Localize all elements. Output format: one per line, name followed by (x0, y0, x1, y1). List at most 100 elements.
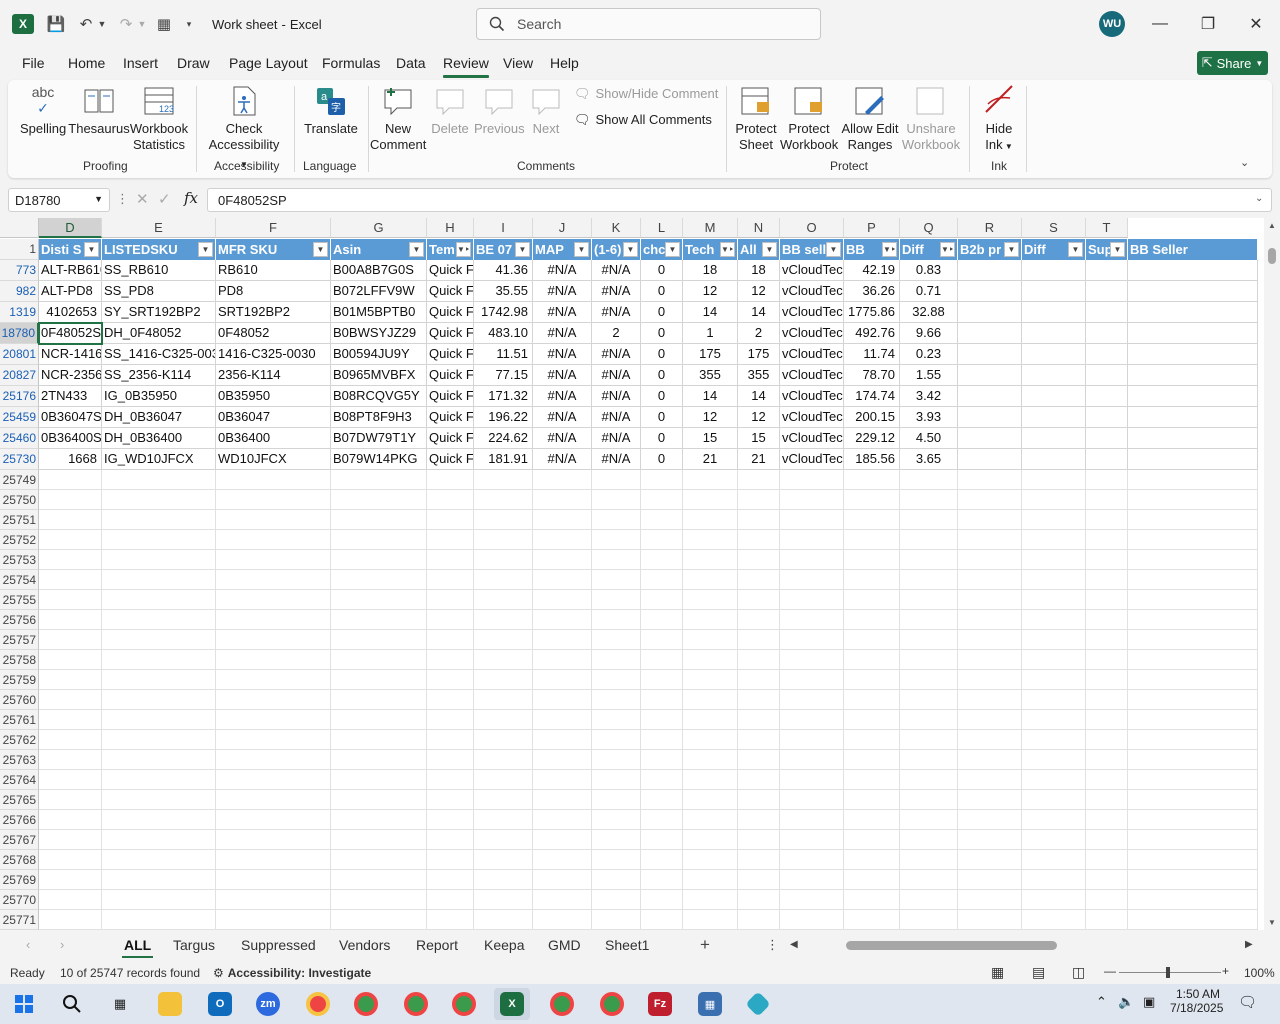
table-cell[interactable] (1086, 407, 1128, 428)
table-cell[interactable]: #N/A (533, 407, 592, 428)
table-cell[interactable] (102, 790, 216, 810)
table-cell[interactable] (844, 610, 900, 630)
table-cell[interactable] (844, 870, 900, 890)
table-cell[interactable]: Quick F (427, 386, 474, 407)
table-cell[interactable] (427, 570, 474, 590)
table-cell[interactable]: NCR-2356 (39, 365, 102, 386)
table-cell[interactable] (738, 910, 780, 930)
table-cell[interactable]: Quick F (427, 302, 474, 323)
table-cell[interactable]: IG_WD10JFCX (102, 449, 216, 470)
table-cell[interactable]: 196.22 (474, 407, 533, 428)
table-cell[interactable] (1128, 510, 1258, 530)
table-cell[interactable]: 12 (738, 281, 780, 302)
zoom-slider-thumb[interactable] (1166, 967, 1170, 978)
table-cell[interactable]: 181.91 (474, 449, 533, 470)
filter-active-icon[interactable]: ▼‣ (456, 242, 471, 257)
table-cell[interactable] (102, 770, 216, 790)
table-cell[interactable] (958, 470, 1022, 490)
table-cell[interactable] (900, 710, 958, 730)
allow-edit-ranges-button[interactable]: Allow Edit Ranges (840, 84, 900, 153)
table-cell[interactable]: 14 (738, 386, 780, 407)
column-header-J[interactable]: J (533, 218, 592, 238)
table-cell[interactable] (738, 610, 780, 630)
table-cell[interactable] (474, 490, 533, 510)
table-cell[interactable] (592, 850, 641, 870)
table-cell[interactable] (102, 850, 216, 870)
table-cell[interactable]: 0 (641, 281, 683, 302)
table-cell[interactable] (780, 710, 844, 730)
table-cell[interactable] (427, 810, 474, 830)
horizontal-scroll-thumb[interactable] (846, 941, 1057, 950)
table-cell[interactable] (1128, 530, 1258, 550)
table-cell[interactable] (738, 850, 780, 870)
column-header-I[interactable]: I (474, 218, 533, 238)
table-cell[interactable] (427, 590, 474, 610)
table-cell[interactable] (592, 470, 641, 490)
table-cell[interactable] (683, 730, 738, 750)
row-header[interactable]: 25751 (0, 510, 39, 530)
select-all-corner[interactable] (0, 218, 39, 238)
table-cell[interactable]: Quick F (427, 428, 474, 449)
table-cell[interactable] (216, 910, 331, 930)
delete-comment-button[interactable]: Delete (428, 84, 472, 137)
table-cell[interactable] (1128, 260, 1258, 281)
table-cell[interactable] (427, 870, 474, 890)
table-cell[interactable]: IG_0B35950 (102, 386, 216, 407)
table-cell[interactable] (683, 750, 738, 770)
table-cell[interactable]: 200.15 (844, 407, 900, 428)
table-cell[interactable] (683, 630, 738, 650)
table-cell[interactable] (474, 690, 533, 710)
zoom-slider[interactable] (1119, 972, 1221, 973)
table-cell[interactable] (738, 710, 780, 730)
table-cell[interactable] (780, 650, 844, 670)
row-header[interactable]: 20801 (0, 344, 39, 365)
table-cell[interactable] (1128, 830, 1258, 850)
show-all-comments-button[interactable]: 🗨 Show All Comments (574, 112, 712, 128)
column-header-D[interactable]: D (39, 218, 102, 238)
table-cell[interactable] (1022, 630, 1086, 650)
table-cell[interactable] (683, 470, 738, 490)
table-cell[interactable] (958, 610, 1022, 630)
row-header[interactable]: 25756 (0, 610, 39, 630)
table-cell[interactable] (39, 490, 102, 510)
table-cell[interactable] (1128, 910, 1258, 930)
table-cell[interactable] (641, 910, 683, 930)
table-cell[interactable]: vCloudTec (780, 386, 844, 407)
table-cell[interactable] (102, 650, 216, 670)
table-cell[interactable]: #N/A (533, 260, 592, 281)
table-cell[interactable] (1086, 302, 1128, 323)
row-header[interactable]: 1 (0, 239, 39, 260)
table-cell[interactable] (427, 550, 474, 570)
table-cell[interactable]: 1668 (39, 449, 102, 470)
table-cell[interactable]: 0B36047 (216, 407, 331, 428)
table-cell[interactable] (683, 550, 738, 570)
table-cell[interactable]: SS_1416-C325-0030 (102, 344, 216, 365)
table-cell[interactable]: #N/A (533, 365, 592, 386)
table-cell[interactable] (102, 870, 216, 890)
table-cell[interactable] (683, 650, 738, 670)
row-header[interactable]: 25759 (0, 670, 39, 690)
table-cell[interactable] (592, 650, 641, 670)
table-cell[interactable] (102, 810, 216, 830)
table-cell[interactable] (592, 610, 641, 630)
table-cell[interactable] (958, 790, 1022, 810)
table-cell[interactable] (780, 730, 844, 750)
table-cell[interactable] (427, 910, 474, 930)
table-cell[interactable] (844, 590, 900, 610)
table-cell[interactable]: 1742.98 (474, 302, 533, 323)
table-cell[interactable] (39, 730, 102, 750)
table-cell[interactable] (592, 870, 641, 890)
table-header-cell[interactable]: Disti S ▼ (39, 239, 102, 260)
table-cell[interactable] (592, 830, 641, 850)
customize-qat-icon[interactable]: ▾ (181, 12, 197, 36)
table-cell[interactable] (331, 630, 427, 650)
table-cell[interactable] (533, 670, 592, 690)
table-cell[interactable] (533, 710, 592, 730)
row-header[interactable]: 18780 (0, 323, 39, 344)
filter-dropdown-icon[interactable]: ▼ (198, 242, 213, 257)
table-cell[interactable] (102, 510, 216, 530)
table-cell[interactable] (900, 850, 958, 870)
table-cell[interactable] (1022, 428, 1086, 449)
table-cell[interactable] (738, 490, 780, 510)
calculator-icon[interactable]: ▦ (152, 12, 176, 36)
